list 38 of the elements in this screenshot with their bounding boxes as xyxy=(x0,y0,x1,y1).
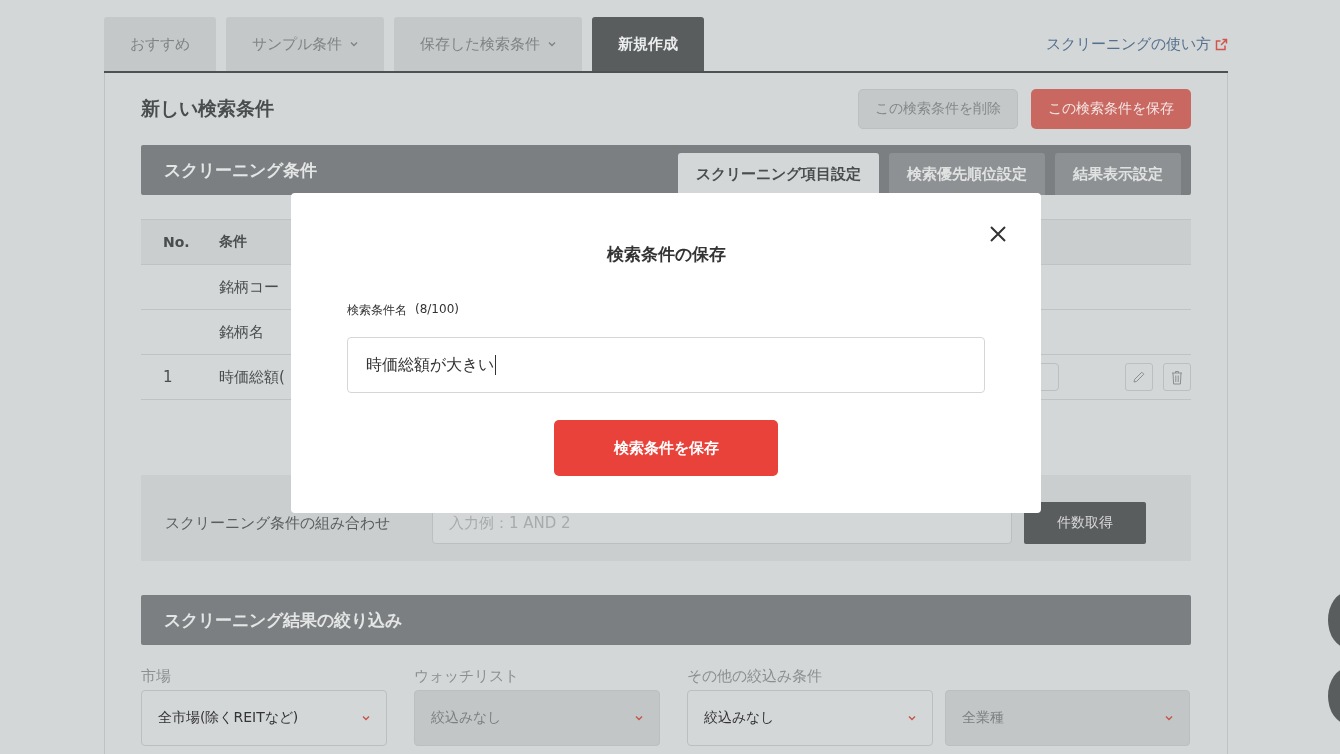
tab[interactable]: おすすめ xyxy=(104,17,216,71)
section-title: スクリーニング条件 xyxy=(164,158,318,182)
help-link[interactable]: スクリーニングの使い方 xyxy=(1046,34,1228,54)
name-field[interactable]: 時価総額が大きい xyxy=(347,337,985,393)
column-header: No. xyxy=(162,234,191,250)
field-label: 検索条件名 xyxy=(347,302,407,319)
dropdown[interactable]: 全市場(除くREITなど) xyxy=(141,690,387,746)
subtab[interactable]: 結果表示設定 xyxy=(1055,153,1181,195)
close-icon[interactable] xyxy=(989,225,1007,243)
field-label: 市場 xyxy=(141,667,172,685)
caret-icon xyxy=(635,715,643,721)
trash-icon xyxy=(1171,369,1183,385)
tab[interactable]: 新規作成 xyxy=(592,17,704,71)
dialog-title: 検索条件の保存 xyxy=(606,243,726,266)
section-title: スクリーニング結果の絞り込み xyxy=(164,608,403,632)
subtab[interactable]: 検索優先順位設定 xyxy=(889,153,1045,195)
save-button[interactable]: この検索条件を保存 xyxy=(1031,89,1191,129)
combination-label: スクリーニング条件の組み合わせ xyxy=(165,513,391,533)
table-cell-text: 時価総額( xyxy=(219,367,286,387)
column-header: 条件 xyxy=(219,233,247,251)
table-cell-text: 銘柄名 xyxy=(219,322,265,342)
field-label: ウォッチリスト xyxy=(414,667,520,685)
table-cell-text: 1 xyxy=(162,368,174,386)
caret-icon xyxy=(1165,715,1173,721)
tab[interactable]: サンプル条件 xyxy=(226,17,384,71)
table-cell-text: 銘柄コー xyxy=(219,277,280,297)
count-button[interactable]: 件数取得 xyxy=(1024,502,1146,544)
character-counter: (8/100) xyxy=(415,302,459,318)
caret-icon xyxy=(362,715,370,721)
field-label: その他の絞込み条件 xyxy=(687,667,823,685)
caret-icon xyxy=(907,715,916,721)
tab[interactable]: 保存した検索条件 xyxy=(394,17,582,71)
dropdown[interactable]: 絞込みなし xyxy=(687,690,933,746)
submit-button[interactable]: 検索条件を保存 xyxy=(554,420,778,476)
subtab[interactable]: スクリーニング項目設定 xyxy=(678,153,879,195)
pencil-icon xyxy=(1132,370,1146,384)
external-link-icon xyxy=(1215,37,1228,51)
page-title: 新しい検索条件 xyxy=(141,96,275,121)
